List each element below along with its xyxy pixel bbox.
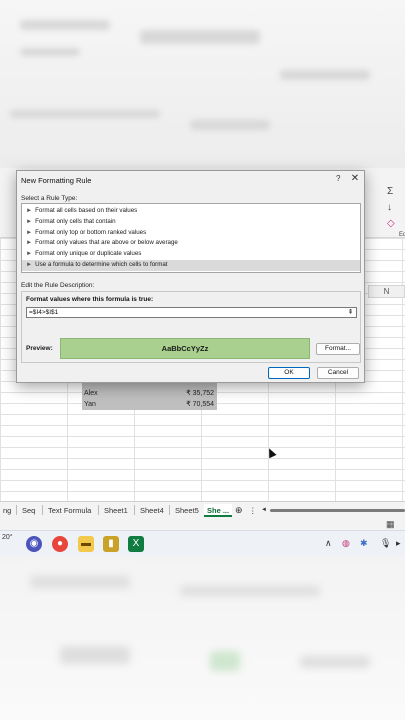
ribbon-editing-group: Σ ↓ ◇ Ed (365, 180, 405, 240)
rule-type-item[interactable]: ► Format only top or bottom ranked values (22, 228, 360, 239)
rule-type-list[interactable]: ► Format all cells based on their values … (21, 203, 361, 273)
rule-type-item-selected[interactable]: ► Use a formula to determine which cells … (22, 260, 360, 271)
copilot-icon[interactable]: ◉ (26, 536, 42, 552)
formula-input[interactable]: =$I4>$I$1 ⇞ (26, 307, 357, 318)
help-icon[interactable]: ? (336, 174, 340, 183)
arrow-icon: ► (26, 250, 33, 258)
tab-sheet1[interactable]: Sheet1 (101, 504, 131, 517)
collapse-dialog-icon[interactable]: ⇞ (346, 308, 355, 317)
arrow-icon: ► (26, 228, 33, 236)
tab-sheet4[interactable]: Sheet4 (137, 504, 167, 517)
tab-divider (16, 505, 17, 515)
rule-type-label: Format only top or bottom ranked values (35, 228, 147, 236)
tab-divider (42, 505, 43, 515)
app-icon[interactable]: ▮ (103, 536, 119, 552)
formula-label: Format values where this formula is true… (26, 296, 154, 303)
tab-divider (169, 505, 170, 515)
rule-type-label: Format only cells that contain (35, 217, 116, 225)
excel-icon[interactable]: X (128, 536, 144, 552)
normal-view-icon[interactable]: ▦ (386, 519, 395, 530)
clear-icon[interactable]: ◇ (387, 218, 395, 229)
file-explorer-icon[interactable]: ▬ (78, 536, 94, 552)
amount-cell: ₹ 70,554 (186, 401, 214, 408)
rule-type-item[interactable]: ► Format only cells that contain (22, 217, 360, 228)
table-row[interactable]: Yan ₹ 70,554 (84, 399, 216, 410)
name-cell: Yan (84, 401, 96, 408)
rule-type-label: Format only unique or duplicate values (35, 250, 142, 258)
format-preview: AaBbCcYyZz (60, 338, 310, 359)
tray-cloud-icon[interactable]: ✱ (360, 538, 368, 549)
arrow-icon: ► (26, 239, 33, 247)
preview-label: Preview: (26, 345, 53, 352)
arrow-icon: ► (26, 207, 33, 214)
fill-icon[interactable]: ↓ (387, 202, 392, 213)
tab-seq[interactable]: Seq (19, 504, 38, 517)
new-formatting-rule-dialog: New Formatting Rule ? ✕ Select a Rule Ty… (16, 170, 365, 383)
tray-app-icon[interactable]: ◍ (342, 538, 350, 549)
tab-sheet5[interactable]: Sheet5 (172, 504, 202, 517)
rule-description-panel: Format values where this formula is true… (21, 291, 361, 363)
name-cell: Alex (84, 390, 98, 397)
rule-type-label: Use a formula to determine which cells t… (35, 261, 168, 268)
formula-value: =$I4>$I$1 (29, 309, 59, 316)
rule-type-item[interactable]: ► Format all cells based on their values (22, 206, 360, 217)
blurred-background-top (0, 0, 405, 168)
table-row[interactable]: Alex ₹ 35,752 (84, 388, 216, 399)
ok-button[interactable]: OK (268, 367, 310, 379)
autosum-icon[interactable]: Σ (387, 186, 393, 197)
dialog-title: New Formatting Rule (21, 176, 92, 185)
blurred-background-bottom (0, 556, 405, 720)
status-bar: ▦ (0, 518, 405, 530)
tab-divider (134, 505, 135, 515)
add-sheet-icon[interactable]: ⊕ (232, 504, 246, 517)
microphone-icon[interactable]: 🎙 (380, 538, 391, 549)
arrow-icon: ► (26, 217, 33, 225)
cancel-button[interactable]: Cancel (317, 367, 359, 379)
amount-cell: ₹ 35,752 (186, 390, 214, 397)
sheet-tab-bar: ng Seq Text Formula Sheet1 Sheet4 Sheet5… (0, 501, 405, 518)
arrow-icon: ► (26, 261, 33, 268)
tab-active-sheet[interactable]: She ... (204, 504, 233, 517)
edit-description-label: Edit the Rule Description: (21, 282, 95, 289)
select-rule-type-label: Select a Rule Type: (21, 195, 78, 202)
rule-type-label: Format all cells based on their values (35, 207, 138, 214)
horizontal-scrollbar[interactable] (270, 509, 405, 512)
format-button[interactable]: Format... (316, 343, 360, 355)
windows-taskbar: 20° ◉ ● ▬ ▮ X ∧ ◍ ✱ 🎙 ▸ (0, 530, 405, 556)
column-header-n[interactable]: N (368, 285, 405, 298)
scroll-left-icon[interactable]: ◄ (258, 504, 270, 517)
speaker-icon[interactable]: ▸ (396, 538, 401, 549)
close-icon[interactable]: ✕ (348, 173, 362, 184)
rule-type-item[interactable]: ► Format only unique or duplicate values (22, 249, 360, 260)
rule-type-item[interactable]: ► Format only values that are above or be… (22, 238, 360, 249)
tab-divider (98, 505, 99, 515)
tab-ng[interactable]: ng (0, 504, 14, 517)
weather-widget[interactable]: 20° (2, 534, 13, 541)
tab-text-formula[interactable]: Text Formula (45, 504, 94, 517)
chrome-icon[interactable]: ● (52, 536, 68, 552)
rule-type-label: Format only values that are above or bel… (35, 239, 178, 247)
show-hidden-icons[interactable]: ∧ (325, 538, 332, 549)
